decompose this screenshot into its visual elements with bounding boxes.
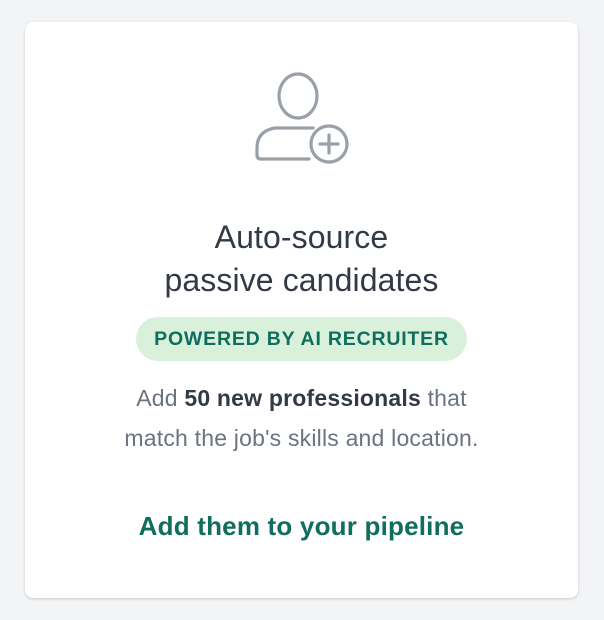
description-line2: match the job's skills and location. bbox=[124, 425, 479, 451]
sourcing-card: Auto-source passive candidates POWERED B… bbox=[25, 22, 578, 598]
badge-row: POWERED BY AI RECRUITER bbox=[25, 317, 578, 361]
card-description: Add 50 new professionals that match the … bbox=[25, 378, 578, 458]
description-highlight: 50 new professionals bbox=[184, 385, 421, 411]
description-prefix: Add bbox=[136, 385, 185, 411]
cta-row: Add them to your pipeline bbox=[25, 511, 578, 542]
powered-by-badge: POWERED BY AI RECRUITER bbox=[136, 317, 467, 361]
user-add-icon bbox=[251, 70, 351, 166]
add-to-pipeline-link[interactable]: Add them to your pipeline bbox=[139, 511, 465, 541]
card-title-line2: passive candidates bbox=[164, 262, 439, 298]
card-title-line1: Auto-source bbox=[214, 219, 389, 255]
card-title: Auto-source passive candidates bbox=[25, 216, 578, 302]
description-line1: Add 50 new professionals that bbox=[25, 378, 578, 418]
description-suffix: that bbox=[421, 385, 467, 411]
